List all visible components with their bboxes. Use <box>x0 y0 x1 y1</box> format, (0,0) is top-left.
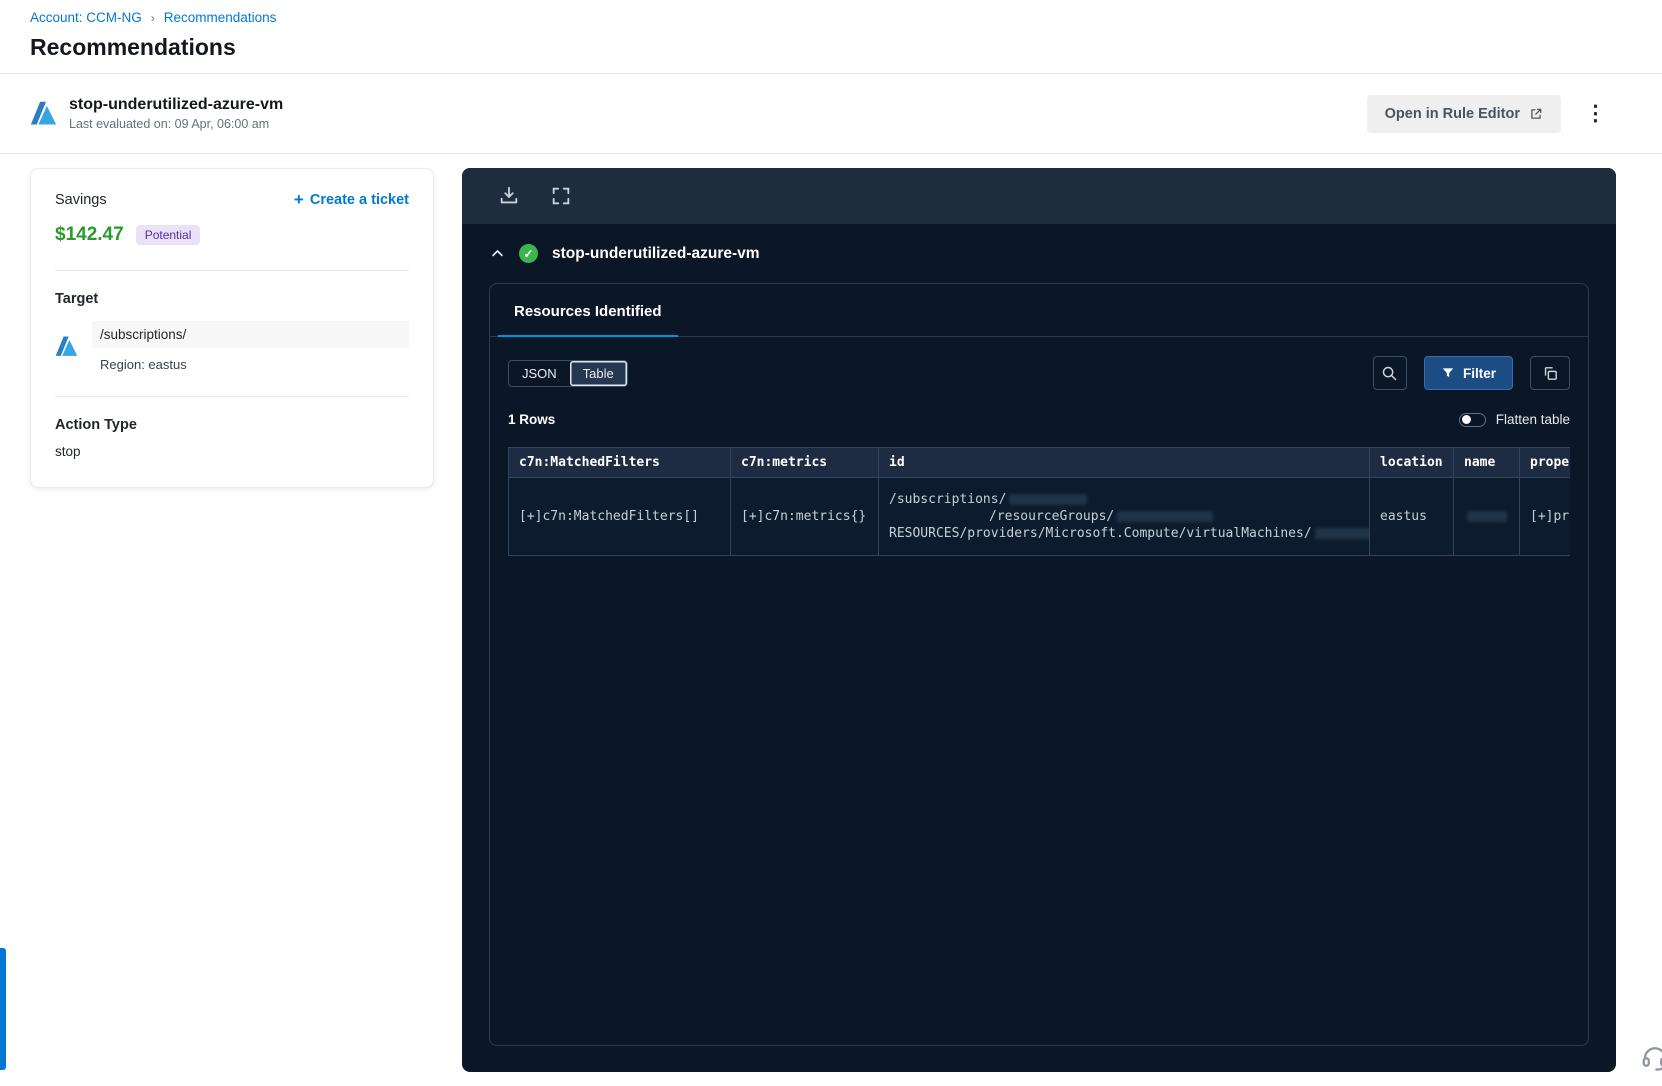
rule-texts: stop-underutilized-azure-vm Last evaluat… <box>69 96 283 131</box>
open-in-rule-editor-button[interactable]: Open in Rule Editor <box>1366 94 1561 133</box>
search-icon <box>1383 366 1397 380</box>
resources-panel: ✓ stop-underutilized-azure-vm Resources … <box>462 168 1616 1072</box>
copy-button[interactable] <box>1530 356 1570 390</box>
potential-badge: Potential <box>135 225 201 245</box>
cell-name <box>1453 477 1520 556</box>
left-edge-accent <box>0 948 6 1070</box>
card-divider <box>55 396 409 397</box>
main-content: Savings + Create a ticket $142.47 Potent… <box>0 154 1662 1072</box>
breadcrumb-recommendations-link[interactable]: Recommendations <box>164 10 277 25</box>
create-ticket-label: Create a ticket <box>309 191 409 208</box>
rule-identity: stop-underutilized-azure-vm Last evaluat… <box>30 96 283 131</box>
chevron-up-icon[interactable] <box>490 246 505 261</box>
plus-icon: + <box>293 190 304 209</box>
redacted-subscription-id <box>1009 494 1088 505</box>
download-icon[interactable] <box>498 185 520 207</box>
filter-funnel-icon <box>1442 368 1454 378</box>
azure-icon <box>55 336 78 356</box>
cell-id: /subscriptions/ /resourceGroups/ RESOURC… <box>878 477 1370 556</box>
tab-resources-identified[interactable]: Resources Identified <box>498 284 678 337</box>
kebab-menu-icon[interactable]: ⋮ <box>1585 103 1606 124</box>
page-title: Recommendations <box>30 34 236 60</box>
rule-header: stop-underutilized-azure-vm Last evaluat… <box>0 74 1662 154</box>
open-in-rule-editor-label: Open in Rule Editor <box>1384 105 1520 122</box>
redacted-name <box>1467 511 1507 522</box>
success-check-icon: ✓ <box>519 244 538 263</box>
col-header-matched-filters: c7n:MatchedFilters <box>508 447 731 478</box>
resources-identified-container: Resources Identified JSON Table Filter 1… <box>489 283 1589 1046</box>
view-toggle-json[interactable]: JSON <box>509 361 570 386</box>
table-header-row: c7n:MatchedFilters c7n:metrics id locati… <box>508 447 1570 478</box>
external-link-icon <box>1531 108 1542 119</box>
view-toggle: JSON Table <box>508 359 628 387</box>
flatten-table-toggle[interactable] <box>1458 412 1486 427</box>
cell-matched-filters-expander[interactable]: [+]c7n:MatchedFilters[] <box>508 477 731 556</box>
cell-metrics-expander[interactable]: [+]c7n:metrics{} <box>730 477 879 556</box>
filter-label: Filter <box>1462 365 1496 381</box>
savings-amount: $142.47 <box>55 224 124 245</box>
savings-label: Savings <box>55 191 107 208</box>
col-header-location: location <box>1369 447 1454 478</box>
azure-icon <box>30 101 57 125</box>
create-ticket-button[interactable]: + Create a ticket <box>294 191 409 208</box>
resources-table: c7n:MatchedFilters c7n:metrics id locati… <box>508 447 1570 556</box>
breadcrumb-separator-icon: › <box>150 10 155 25</box>
view-toggle-table[interactable]: Table <box>569 360 627 386</box>
action-type-label: Action Type <box>55 417 137 433</box>
redacted-resource-group <box>1117 511 1214 522</box>
id-line-2: /resourceGroups/ <box>989 509 1115 524</box>
rows-summary-row: 1 Rows Flatten table <box>490 390 1588 427</box>
support-headset-icon[interactable] <box>1640 1042 1662 1072</box>
rule-title: stop-underutilized-azure-vm <box>69 96 284 113</box>
cell-location: eastus <box>1369 477 1454 556</box>
copy-icon <box>1544 366 1557 380</box>
col-header-name: name <box>1453 447 1520 478</box>
action-type-value: stop <box>55 444 81 459</box>
table-controls-row: JSON Table Filter <box>490 337 1588 390</box>
flatten-control: Flatten table <box>1458 412 1570 427</box>
fullscreen-icon[interactable] <box>550 185 572 207</box>
target-details: /subscriptions/ Region: eastus <box>92 321 409 372</box>
search-button[interactable] <box>1372 356 1407 390</box>
card-divider <box>55 270 409 271</box>
page-header: Account: CCM-NG › Recommendations Recomm… <box>0 0 1662 74</box>
rows-count: 1 Rows <box>508 412 556 427</box>
col-header-id: id <box>878 447 1370 478</box>
table-row: [+]c7n:MatchedFilters[] [+]c7n:metrics{}… <box>508 477 1570 556</box>
redacted-vm-name <box>1314 528 1369 539</box>
resources-table-wrap: c7n:MatchedFilters c7n:metrics id locati… <box>508 447 1570 556</box>
id-line-3: RESOURCES/providers/Microsoft.Compute/vi… <box>889 526 1312 541</box>
target-label: Target <box>55 291 99 307</box>
tabs-row: Resources Identified <box>490 284 1588 337</box>
panel-rule-title: stop-underutilized-azure-vm <box>552 244 760 262</box>
id-line-1: /subscriptions/ <box>889 492 1007 507</box>
rule-section-header: ✓ stop-underutilized-azure-vm <box>462 224 1616 277</box>
toggle-knob <box>1461 415 1471 424</box>
check-glyph: ✓ <box>523 246 534 261</box>
table-actions: Filter <box>1372 356 1570 390</box>
col-header-properties: propert <box>1519 447 1570 478</box>
flatten-table-label: Flatten table <box>1495 412 1570 427</box>
panel-toolbar <box>462 168 1616 224</box>
filter-button[interactable]: Filter <box>1423 356 1513 390</box>
col-header-metrics: c7n:metrics <box>730 447 879 478</box>
target-path: /subscriptions/ <box>92 321 409 348</box>
cell-properties-expander[interactable]: [+]prop <box>1519 477 1570 556</box>
rule-last-evaluated: Last evaluated on: 09 Apr, 06:00 am <box>69 117 270 131</box>
breadcrumb-account-link[interactable]: Account: CCM-NG <box>30 10 142 25</box>
target-region: Region: eastus <box>100 357 187 372</box>
savings-card: Savings + Create a ticket $142.47 Potent… <box>30 168 434 488</box>
breadcrumb: Account: CCM-NG › Recommendations <box>30 10 1632 25</box>
